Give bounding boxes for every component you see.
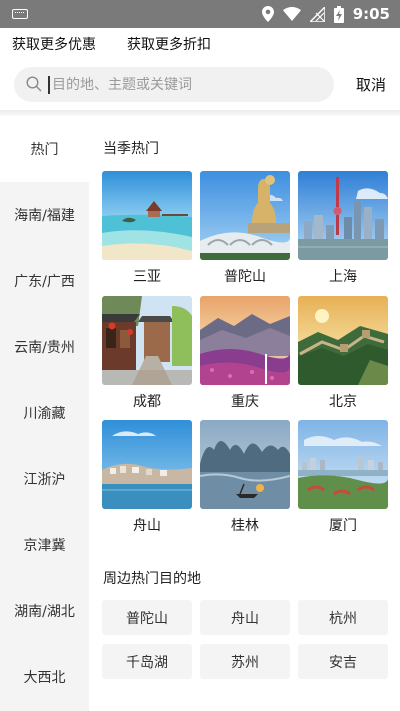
island-town-photo [102,420,192,509]
sidebar-item-label: 大西北 [23,670,66,686]
chip-label: 千岛湖 [126,654,168,671]
sidebar-item-northwest[interactable]: 大西北 [0,644,89,710]
search-input[interactable] [52,67,322,102]
chip-label: 舟山 [231,610,259,627]
sidebar-item-label: 江浙沪 [23,472,66,488]
destination-name: 成都 [133,394,161,410]
sidebar-item-label: 京津冀 [23,538,66,554]
cancel-button[interactable]: 取消 [356,74,386,95]
destination-name: 三亚 [133,269,161,285]
destination-name: 上海 [329,269,357,285]
destination-card-xiamen[interactable]: 厦门 [298,420,388,535]
destination-name: 桂林 [231,518,259,534]
destination-panel: 当季热门 三亚 普陀山 上海 成都 重庆 北京 舟山 桂林 厦门 周边热门目的地… [89,116,400,711]
nearby-chip-suzhou[interactable]: 苏州 [200,644,290,679]
nearby-chip-zhoushan[interactable]: 舟山 [200,600,290,635]
sidebar-item-guangdong-guangxi[interactable]: 广东/广西 [0,248,89,314]
destination-card-guilin[interactable]: 桂林 [200,420,290,535]
mountain-flowers-photo [200,296,290,385]
keyboard-icon [12,9,28,19]
destination-name: 北京 [329,394,357,410]
sidebar-item-hunan-hubei[interactable]: 湖南/湖北 [0,578,89,644]
clock: 9:05 [352,5,390,23]
search-bar: 取消 [0,60,400,110]
nearby-hot-title: 周边热门目的地 [103,571,201,587]
battery-charging-icon [333,5,344,23]
sidebar-item-label: 热门 [30,142,59,158]
location-icon [261,6,274,22]
more-discounts-link[interactable]: 获取更多折扣 [127,34,211,54]
no-signal-icon [309,6,325,22]
region-sidebar: 热门 海南/福建 广东/广西 云南/贵州 川渝藏 江浙沪 京津冀 湖南/湖北 大… [0,116,89,711]
destination-card-putuoshan[interactable]: 普陀山 [200,171,290,286]
text-cursor [48,76,50,94]
sidebar-item-yunnan-guizhou[interactable]: 云南/贵州 [0,314,89,380]
promo-row: 获取更多优惠 获取更多折扣 [0,28,400,60]
sidebar-item-sichuan-chongqing-tibet[interactable]: 川渝藏 [0,380,89,446]
coastal-city-photo [298,420,388,509]
destination-card-sanya[interactable]: 三亚 [102,171,192,286]
destination-card-beijing[interactable]: 北京 [298,296,388,411]
sidebar-item-hot[interactable]: 热门 [0,116,89,182]
sidebar-item-hainan-fujian[interactable]: 海南/福建 [0,182,89,248]
nearby-chip-qiandaohu[interactable]: 千岛湖 [102,644,192,679]
sidebar-item-label: 云南/贵州 [14,340,75,356]
chip-label: 苏州 [231,654,259,671]
karst-river-photo [200,420,290,509]
season-hot-title: 当季热门 [103,141,159,157]
status-bar: 9:05 [0,0,400,28]
chip-label: 普陀山 [126,610,168,627]
beach-photo [102,171,192,260]
old-street-photo [102,296,192,385]
search-box[interactable] [14,67,334,102]
sidebar-item-jiangsu-zhejiang-shanghai[interactable]: 江浙沪 [0,446,89,512]
sidebar-item-label: 广东/广西 [14,274,75,290]
chip-label: 安吉 [329,654,357,671]
sidebar-item-label: 海南/福建 [14,208,75,224]
destination-card-chongqing[interactable]: 重庆 [200,296,290,411]
search-icon [26,76,42,92]
destination-card-chengdu[interactable]: 成都 [102,296,192,411]
nearby-chip-anji[interactable]: 安吉 [298,644,388,679]
destination-name: 普陀山 [224,269,266,285]
sidebar-item-label: 湖南/湖北 [14,604,75,620]
wifi-icon [282,7,301,21]
sidebar-item-label: 川渝藏 [23,406,66,422]
destination-card-shanghai[interactable]: 上海 [298,171,388,286]
chip-label: 杭州 [329,610,357,627]
nearby-chip-putuoshan[interactable]: 普陀山 [102,600,192,635]
destination-name: 重庆 [231,394,259,410]
skyline-photo [298,171,388,260]
great-wall-photo [298,296,388,385]
more-deals-link[interactable]: 获取更多优惠 [12,34,96,54]
destination-name: 舟山 [133,518,161,534]
destination-card-zhoushan[interactable]: 舟山 [102,420,192,535]
destination-name: 厦门 [329,518,357,534]
sidebar-item-beijing-tianjin-hebei[interactable]: 京津冀 [0,512,89,578]
nearby-chip-hangzhou[interactable]: 杭州 [298,600,388,635]
statue-photo [200,171,290,260]
